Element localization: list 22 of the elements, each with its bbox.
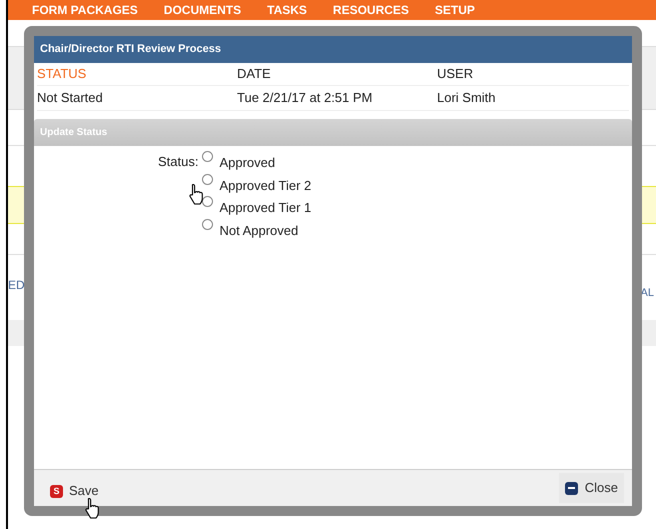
table-cell: Tue 2/21/17 at 2:51 PM: [237, 86, 437, 111]
column-header: STATUS: [37, 63, 237, 86]
field-label: Status:: [158, 153, 198, 168]
hand-cursor-icon: [84, 497, 102, 519]
radio-option[interactable]: Not Approved: [202, 218, 312, 240]
table-cell: Not Started: [37, 86, 237, 111]
save-button[interactable]: S Save: [50, 481, 99, 501]
radio-option[interactable]: Approved: [202, 150, 312, 172]
radio-option[interactable]: Approved Tier 2: [202, 172, 312, 195]
column-header: DATE: [237, 63, 437, 86]
save-icon: S: [50, 484, 63, 498]
dialog-title: Chair/Director RTI Review Process: [34, 36, 632, 63]
column-label: ED: [8, 276, 25, 294]
close-button[interactable]: Close: [558, 473, 624, 503]
radio-button[interactable]: [202, 151, 214, 162]
radio-button[interactable]: [202, 174, 214, 184]
table-cell: Lori Smith: [437, 86, 629, 111]
radio-button[interactable]: [202, 196, 214, 207]
radio-button[interactable]: [202, 218, 214, 230]
column-header: USER: [437, 63, 629, 86]
minus-icon: [564, 482, 578, 494]
hand-cursor-icon: [188, 183, 206, 205]
